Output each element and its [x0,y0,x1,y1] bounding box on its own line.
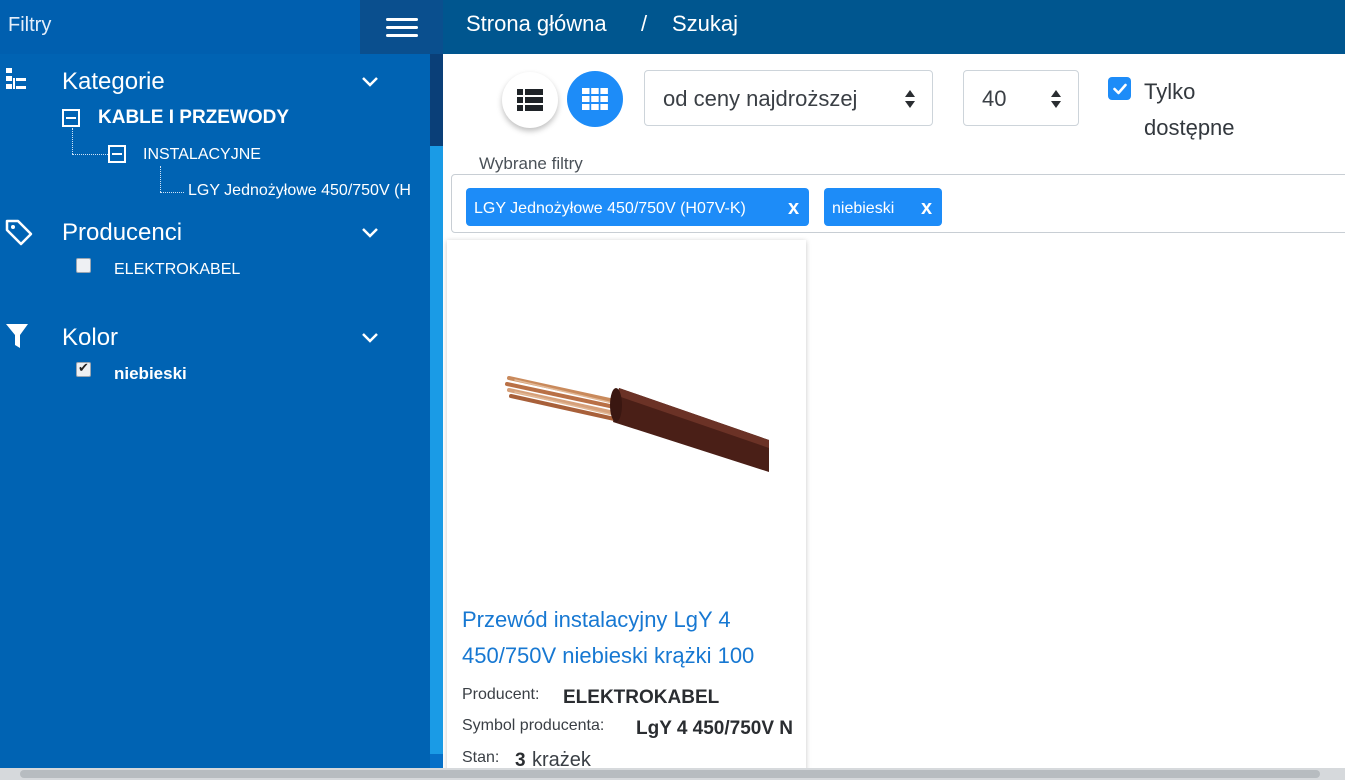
symbol-label: Symbol producenta: [462,717,605,734]
per-page-select[interactable]: 40 [963,70,1079,126]
sort-select-value: od ceny najdroższej [663,86,858,111]
section-label-color: Kolor [62,324,119,351]
select-arrows-icon [905,90,915,108]
section-header-producers[interactable]: Producenci [0,213,430,253]
color-checkbox-niebieski[interactable] [76,360,91,377]
list-view-icon [517,89,543,111]
category-instalacyjne[interactable]: INSTALACYJNE [143,146,261,164]
sidebar-scrollbar-track[interactable] [430,146,443,754]
sidebar-header: Filtry [0,0,443,54]
chevron-down-icon [362,333,378,343]
section-label-producers: Producenci [62,219,183,246]
sort-select[interactable]: od ceny najdroższej [644,70,933,126]
section-header-categories[interactable]: Kategorie [0,62,430,102]
symbol-value: LgY 4 450/750V N [636,718,794,739]
chevron-down-icon [362,228,378,238]
per-page-select-value: 40 [982,86,1007,111]
list-view-button[interactable] [502,72,558,128]
horizontal-scrollbar-thumb[interactable] [20,770,1320,778]
tree-icon [6,68,26,89]
category-lgy-jednozylowe[interactable]: LGY Jednożyłowe 450/750V (H [188,182,411,200]
product-image[interactable] [487,350,769,510]
category-kable-i-przewody[interactable]: KABLE I PRZEWODY [98,107,289,129]
filter-tag-remove-button[interactable]: x [788,197,799,220]
tree-collapse-toggle-level2[interactable] [108,145,126,163]
breadcrumb-home-link[interactable]: Strona główna [466,11,607,37]
producer-label: Producent: [462,686,540,703]
filter-tag-lgy: LGY Jednożyłowe 450/750V (H07V-K) x [466,188,809,226]
filter-tag-remove-button[interactable]: x [921,197,932,220]
tree-collapse-toggle-level1[interactable] [62,109,80,127]
section-label-categories: Kategorie [62,68,165,95]
stock-label: Stan: [462,749,500,766]
sidebar-scrollbar-thumb[interactable] [430,54,443,146]
menu-toggle-button[interactable] [360,0,443,54]
selected-filters-legend: Wybrane filtry [467,154,595,174]
filter-icon [6,324,28,348]
filter-tag-label: LGY Jednożyłowe 450/750V (H07V-K) [474,200,746,217]
producer-checkbox-elektrokabel[interactable] [76,258,91,273]
grid-view-button[interactable] [567,71,623,127]
filter-tag-label: niebieski [832,200,895,217]
tree-line [72,154,108,155]
tree-line [72,128,73,154]
chevron-down-icon [362,77,378,87]
only-available-checkbox[interactable] [1108,77,1131,100]
section-header-color[interactable]: Kolor [0,318,430,358]
tree-line [160,166,161,192]
breadcrumb-current: Szukaj [672,11,739,36]
producer-value: ELEKTROKABEL [563,687,720,708]
filters-sidebar: Filtry Kategorie KABLE I PRZEWODY INSTAL… [0,0,443,768]
producer-label-elektrokabel[interactable]: ELEKTROKABEL [114,261,240,279]
product-card: Przewód instalacyjny LgY 4 450/750V nieb… [447,240,806,780]
select-arrows-icon [1051,90,1061,108]
product-title-link[interactable]: Przewód instalacyjny LgY 4 450/750V nieb… [462,602,797,674]
grid-view-icon [582,88,608,110]
sidebar-title: Filtry [8,14,52,36]
breadcrumb-separator: / [641,11,648,36]
tag-icon [5,219,33,246]
hamburger-icon [385,13,418,42]
checkmark-icon [1112,83,1127,94]
color-label-niebieski[interactable]: niebieski [114,364,187,384]
filter-tag-niebieski: niebieski x [824,188,942,226]
tree-line [160,192,184,193]
only-available-label[interactable]: Tylko dostępne [1144,74,1284,146]
breadcrumb: Strona główna / Szukaj [443,0,1345,54]
